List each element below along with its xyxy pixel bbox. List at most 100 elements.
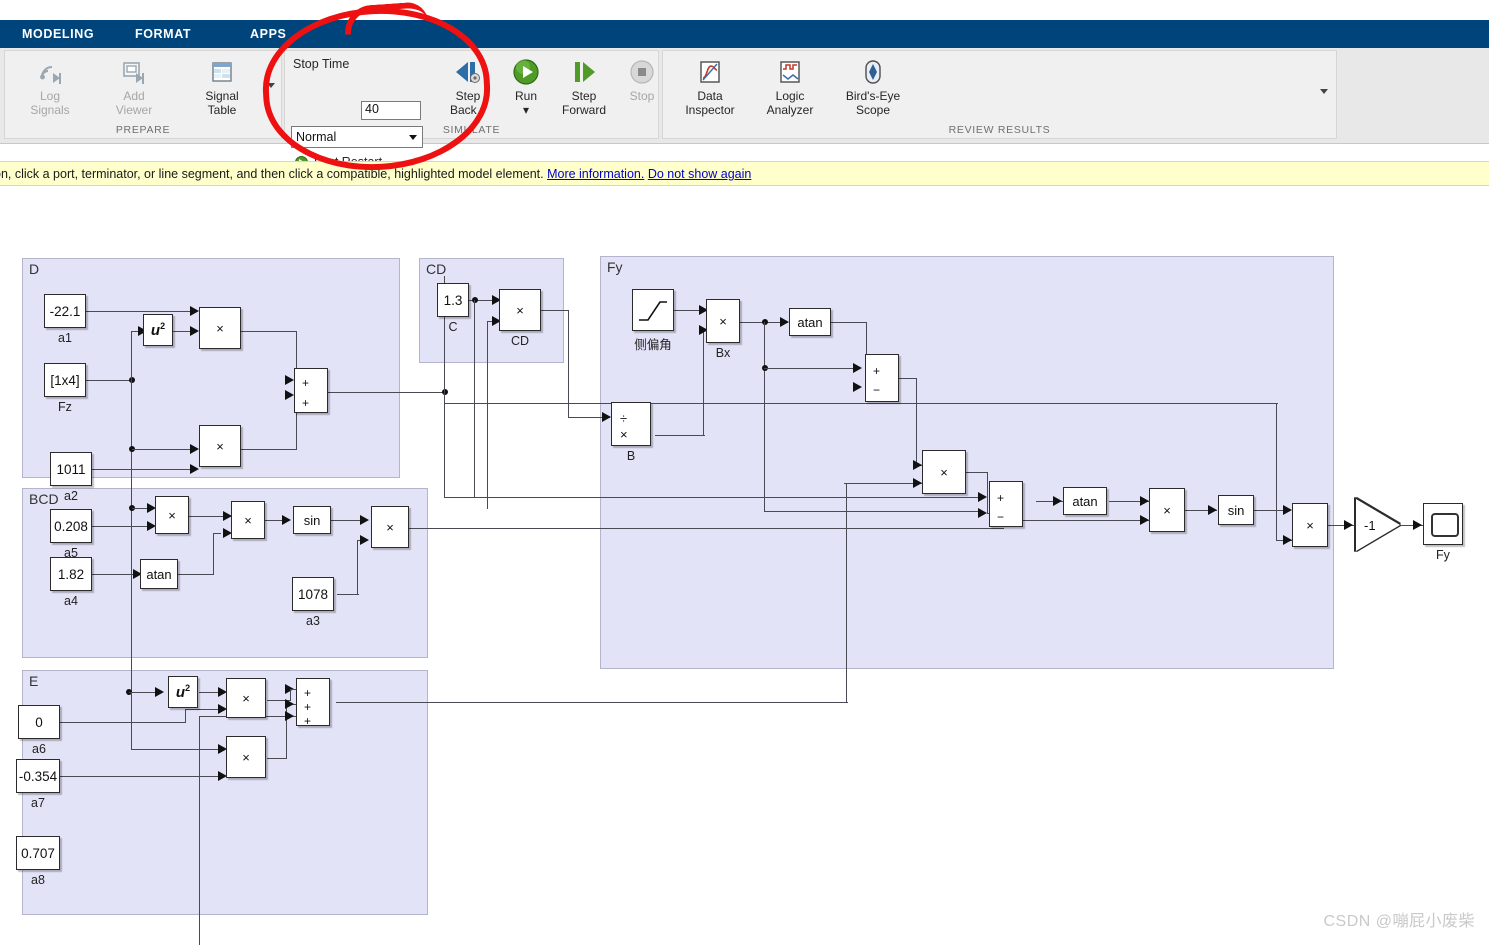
more-information-link[interactable]: More information.	[547, 167, 644, 181]
prepare-overflow-chevron-down-icon[interactable]	[267, 83, 275, 88]
block-e-sum-sign-1: +	[304, 686, 312, 700]
block-fy-product-3[interactable]: ×	[1292, 503, 1328, 547]
notification-bar: on, click a port, terminator, or line se…	[0, 161, 1489, 186]
block-e-product-2[interactable]: ×	[226, 736, 266, 778]
multiply-icon: ×	[620, 427, 628, 442]
block-scope[interactable]	[1423, 503, 1463, 545]
block-a8-label: a8	[31, 873, 45, 887]
block-a3-label: a3	[306, 614, 320, 628]
block-CD-product[interactable]: ×	[499, 289, 541, 331]
arrow-fy-sum1-in1	[853, 363, 862, 373]
block-saturation[interactable]	[632, 289, 674, 331]
block-Bx[interactable]: ×	[706, 299, 740, 343]
block-e-sum[interactable]	[296, 678, 330, 726]
block-a2[interactable]: 1011	[50, 452, 92, 486]
block-fy-product-2-value: ×	[1163, 502, 1171, 518]
block-a1[interactable]: -22.1	[44, 294, 86, 328]
block-fy-sum-1-sign-1: +	[873, 364, 881, 378]
log-signals-button[interactable]: Log Signals	[13, 55, 87, 123]
block-e-product-1[interactable]: ×	[226, 678, 266, 718]
block-bcd-product-1[interactable]: ×	[155, 496, 189, 534]
block-fy-atan-2[interactable]: atan	[1063, 487, 1107, 515]
signal-table-button[interactable]: Signal Table	[185, 55, 259, 123]
block-a4[interactable]: 1.82	[50, 557, 92, 591]
tab-format[interactable]: FORMAT	[135, 20, 191, 48]
add-viewer-button[interactable]: Add Viewer	[97, 55, 171, 123]
arrow-e-square-in	[155, 687, 164, 697]
divide-icon: ÷	[620, 411, 628, 426]
data-inspector-button[interactable]: Data Inspector	[673, 55, 747, 123]
wire-fysum1-out-v	[916, 378, 918, 466]
block-fy-product-2[interactable]: ×	[1149, 488, 1185, 532]
wire-cd-long-v	[1276, 403, 1278, 541]
block-a8[interactable]: 0.707	[16, 836, 60, 870]
block-bcd-product-2[interactable]: ×	[231, 501, 265, 539]
block-a5[interactable]: 0.208	[50, 509, 92, 543]
do-not-show-again-link[interactable]: Do not show again	[648, 167, 752, 181]
block-fy-product-1[interactable]: ×	[922, 450, 966, 494]
add-viewer-label-1: Add	[123, 89, 145, 103]
block-a7-value: -0.354	[18, 768, 58, 784]
block-a6[interactable]: 0	[18, 705, 60, 739]
block-d-product-1-value: ×	[216, 320, 224, 336]
simulation-mode-value: Normal	[296, 130, 337, 144]
block-B-divide[interactable]: ÷ ×	[611, 402, 651, 446]
wire-a3-out-v	[357, 540, 359, 595]
block-a6-label: a6	[32, 742, 46, 756]
scope-screen-icon	[1431, 513, 1459, 537]
wire-e-sum-to-fymul1	[336, 702, 848, 704]
arrow-fy-sum1-in2	[853, 382, 862, 392]
add-viewer-icon	[97, 55, 171, 89]
wire-cd-out-h	[541, 310, 569, 312]
block-gain[interactable]	[1356, 499, 1400, 551]
block-a3[interactable]: 1078	[292, 577, 334, 611]
block-fy-sin[interactable]: sin	[1218, 495, 1254, 525]
block-d-product-2[interactable]: ×	[199, 425, 241, 467]
block-bcd-atan[interactable]: atan	[140, 559, 178, 589]
block-d-sum[interactable]	[294, 368, 328, 413]
wire-cd-in2-v	[487, 321, 489, 509]
block-bcd-product-3[interactable]: ×	[371, 506, 409, 548]
arrow-d-mul2-in1	[190, 444, 199, 454]
arrow-fy-sum2-in2	[978, 508, 987, 518]
block-Bx-label: Bx	[715, 346, 731, 360]
arrow-gain-in	[1344, 520, 1353, 530]
notification-text-wrap: on, click a port, terminator, or line se…	[0, 162, 751, 187]
wire-dsum-out	[327, 392, 445, 394]
model-canvas[interactable]: D CD Fy BCD E -22.1 a1 [1x4] Fz 1011 a2 …	[0, 188, 1489, 945]
block-fy-sum-1[interactable]	[865, 354, 899, 402]
logic-analyzer-button[interactable]: Logic Analyzer	[753, 55, 827, 123]
block-fy-atan-1[interactable]: atan	[789, 308, 831, 336]
tab-modeling[interactable]: MODELING	[22, 20, 94, 48]
block-d-sum-sign-1: +	[302, 376, 310, 390]
block-a5-value: 0.208	[54, 518, 88, 534]
block-d-square[interactable]: u2	[143, 314, 173, 346]
block-C[interactable]: 1.3	[437, 283, 469, 317]
arrow-d-sum-in2	[285, 390, 294, 400]
block-bcd-product-3-value: ×	[386, 519, 394, 535]
wire-c-down	[474, 300, 476, 498]
block-fy-sum-2-sign-1: +	[997, 491, 1005, 505]
birds-eye-scope-label-1: Bird's-Eye	[845, 89, 901, 103]
block-Fz[interactable]: [1x4]	[44, 363, 86, 397]
wire-fz-down-trunk	[131, 380, 133, 710]
block-scope-label: Fy	[1436, 548, 1450, 562]
block-d-product-1[interactable]: ×	[199, 307, 241, 349]
birds-eye-scope-button[interactable]: Bird's-Eye Scope	[831, 55, 915, 123]
block-e-square[interactable]: u2	[168, 676, 198, 708]
block-fy-sin-value: sin	[1227, 502, 1245, 518]
wire-fy-mul1-in2-h	[844, 483, 922, 485]
stop-time-input[interactable]: 40	[361, 101, 421, 120]
tab-apps[interactable]: APPS	[250, 20, 286, 48]
block-fy-sum-2-sign-2: −	[997, 510, 1005, 524]
simulation-mode-select[interactable]: Normal	[291, 126, 423, 148]
block-bcd-sin[interactable]: sin	[293, 506, 331, 534]
block-a3-value: 1078	[297, 586, 329, 602]
review-overflow-chevron-down-icon[interactable]	[1320, 89, 1328, 94]
logic-analyzer-icon	[753, 55, 827, 89]
csdn-watermark: CSDN @嘣屁小废柴	[1323, 913, 1475, 930]
block-fy-sum-2[interactable]	[989, 481, 1023, 527]
block-bcd-atan-value: atan	[146, 566, 172, 582]
block-a7[interactable]: -0.354	[16, 759, 60, 793]
block-B-label: B	[626, 449, 636, 463]
